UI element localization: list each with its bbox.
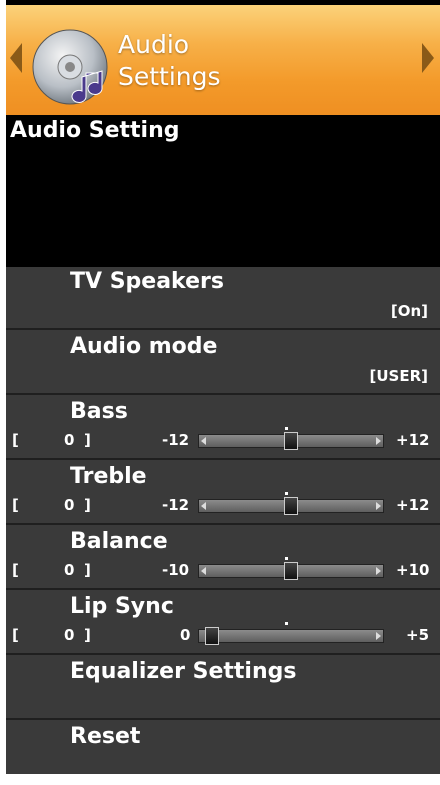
center-tick xyxy=(285,427,288,430)
lip-sync-min: 0 xyxy=(180,626,191,644)
next-menu-arrow-icon[interactable] xyxy=(422,43,434,73)
treble-min: -12 xyxy=(162,496,190,514)
audio-mode-label: Audio mode xyxy=(70,334,218,359)
menu-item-tv-speakers[interactable]: TV Speakers [On] xyxy=(6,267,440,330)
bracket-open: [ xyxy=(12,561,19,579)
lip-sync-current: 0 xyxy=(64,626,75,644)
header-title: Audio Settings xyxy=(118,30,221,91)
balance-label: Balance xyxy=(70,529,168,554)
menu-item-equalizer-settings[interactable]: Equalizer Settings xyxy=(6,657,440,720)
slider-right-arrow-icon xyxy=(376,437,381,445)
slider-right-arrow-icon xyxy=(376,632,381,640)
lip-sync-max: +5 xyxy=(406,626,430,644)
center-tick xyxy=(285,622,288,625)
slider-right-arrow-icon xyxy=(376,502,381,510)
equalizer-settings-label: Equalizer Settings xyxy=(70,659,297,684)
balance-max: +10 xyxy=(396,561,430,579)
menu-item-bass[interactable]: Bass [ 0 ] -12 +12 xyxy=(6,397,440,460)
slider-left-arrow-icon xyxy=(201,437,206,445)
bracket-open: [ xyxy=(12,431,19,449)
center-tick xyxy=(285,557,288,560)
menu-item-lip-sync[interactable]: Lip Sync [ 0 ] 0 +5 xyxy=(6,592,440,655)
slider-thumb[interactable] xyxy=(205,627,219,645)
slider-thumb[interactable] xyxy=(284,432,298,450)
treble-max: +12 xyxy=(396,496,430,514)
balance-slider[interactable] xyxy=(198,557,384,580)
bracket-close: ] xyxy=(84,561,91,579)
bass-current: 0 xyxy=(64,431,75,449)
slider-thumb[interactable] xyxy=(284,497,298,515)
lip-sync-slider[interactable] xyxy=(198,622,384,645)
section-title: Audio Setting xyxy=(10,118,180,143)
bass-slider-row: [ 0 ] -12 +12 xyxy=(12,427,434,453)
disc-music-icon xyxy=(32,29,108,105)
audio-settings-screen: Audio Settings Audio Setting TV Speakers… xyxy=(6,0,440,774)
bass-max: +12 xyxy=(396,431,430,449)
slider-right-arrow-icon xyxy=(376,567,381,575)
slider-left-arrow-icon xyxy=(201,567,206,575)
bracket-open: [ xyxy=(12,496,19,514)
bass-label: Bass xyxy=(70,399,128,424)
reset-label: Reset xyxy=(70,724,141,749)
lip-sync-slider-row: [ 0 ] 0 +5 xyxy=(12,622,434,648)
bracket-close: ] xyxy=(84,626,91,644)
slider-thumb[interactable] xyxy=(284,562,298,580)
slider-left-arrow-icon xyxy=(201,502,206,510)
audio-menu-list: TV Speakers [On] Audio mode [USER] Bass … xyxy=(6,267,440,774)
treble-label: Treble xyxy=(70,464,147,489)
menu-item-treble[interactable]: Treble [ 0 ] -12 +12 xyxy=(6,462,440,525)
balance-slider-row: [ 0 ] -10 +10 xyxy=(12,557,434,583)
balance-current: 0 xyxy=(64,561,75,579)
audio-mode-value: [USER] xyxy=(369,367,429,385)
bass-min: -12 xyxy=(162,431,190,449)
bracket-close: ] xyxy=(84,431,91,449)
center-tick xyxy=(285,492,288,495)
bass-slider[interactable] xyxy=(198,427,384,450)
treble-current: 0 xyxy=(64,496,75,514)
bracket-open: [ xyxy=(12,626,19,644)
menu-item-audio-mode[interactable]: Audio mode [USER] xyxy=(6,332,440,395)
menu-item-balance[interactable]: Balance [ 0 ] -10 +10 xyxy=(6,527,440,590)
treble-slider-row: [ 0 ] -12 +12 xyxy=(12,492,434,518)
balance-min: -10 xyxy=(162,561,190,579)
menu-header: Audio Settings xyxy=(6,5,440,115)
tv-speakers-value: [On] xyxy=(390,302,428,320)
previous-menu-arrow-icon[interactable] xyxy=(10,43,22,73)
bracket-close: ] xyxy=(84,496,91,514)
menu-item-reset[interactable]: Reset xyxy=(6,722,440,785)
tv-speakers-label: TV Speakers xyxy=(70,269,224,294)
treble-slider[interactable] xyxy=(198,492,384,515)
lip-sync-label: Lip Sync xyxy=(70,594,174,619)
